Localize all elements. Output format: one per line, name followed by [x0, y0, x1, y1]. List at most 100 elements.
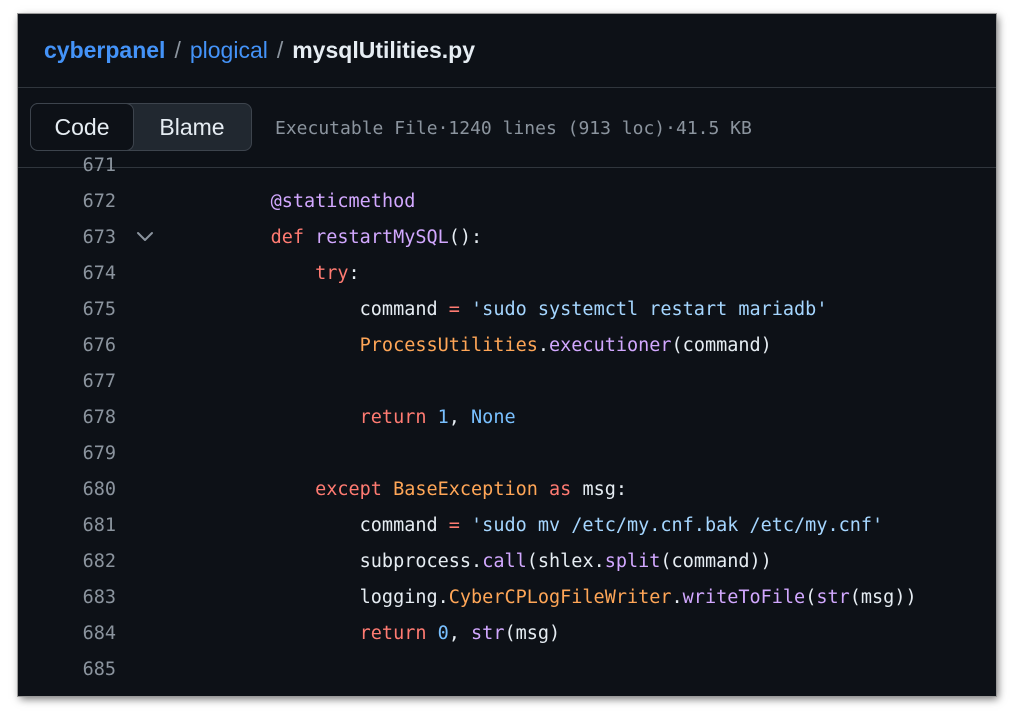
code-line: 677 — [18, 363, 996, 399]
code-token: (command) — [671, 334, 772, 356]
line-number[interactable]: 684 — [66, 623, 116, 644]
code-line: 685 — [18, 651, 996, 687]
line-number[interactable]: 681 — [66, 515, 116, 536]
code-line: 678 return 1, None — [18, 399, 996, 435]
code-token: str — [471, 622, 505, 644]
chevron-down-icon[interactable] — [136, 228, 154, 246]
code-line: 672 @staticmethod — [18, 183, 996, 219]
code-token: 1 — [437, 406, 449, 428]
breadcrumb-separator: / — [276, 36, 284, 63]
line-source: def restartMySQL(): — [226, 226, 483, 248]
line-source: return 0, str(msg) — [226, 622, 561, 644]
line-number[interactable]: 673 — [66, 227, 116, 248]
code-token: , — [448, 406, 472, 428]
info-dot: · — [437, 117, 449, 139]
line-number[interactable]: 674 — [66, 263, 116, 284]
code-viewer-window: cyberpanel / plogical / mysqlUtilities.p… — [18, 14, 996, 696]
code-token: subprocess — [359, 550, 472, 572]
code-token: msg: — [582, 478, 627, 500]
breadcrumb-folder-link[interactable]: plogical — [190, 37, 268, 64]
line-source: ProcessUtilities.executioner(command) — [226, 335, 772, 356]
code-token: , — [448, 622, 472, 644]
line-source: command = 'sudo mv /etc/my.cnf.bak /etc/… — [226, 514, 884, 536]
code-line: 682 subprocess.call(shlex.split(command)… — [18, 543, 996, 579]
code-token: command — [359, 298, 449, 320]
code-token: return — [359, 622, 438, 644]
code-line: 674 try: — [18, 255, 996, 291]
code-token: (): — [448, 226, 483, 248]
code-token: executioner — [549, 334, 672, 356]
code-token: ProcessUtilities — [359, 334, 538, 356]
line-source: logging.CyberCPLogFileWriter.writeToFile… — [226, 587, 917, 608]
line-number[interactable]: 678 — [66, 407, 116, 428]
code-token: 0 — [437, 622, 449, 644]
code-token: str — [816, 586, 850, 608]
line-number[interactable]: 683 — [66, 587, 116, 608]
code-token: BaseException — [393, 478, 538, 500]
code-token: . — [471, 550, 483, 572]
breadcrumb-separator: / — [174, 36, 181, 63]
code-line: 675 command = 'sudo systemctl restart ma… — [18, 291, 996, 327]
line-source: command = 'sudo systemctl restart mariad… — [226, 298, 828, 320]
code-token: except — [315, 478, 394, 500]
code-token: writeToFile — [682, 586, 806, 608]
line-number[interactable]: 671 — [66, 155, 116, 176]
code-token: @staticmethod — [270, 190, 416, 212]
code-token: split — [604, 550, 661, 572]
line-number[interactable]: 676 — [66, 335, 116, 356]
code-line: 679 — [18, 435, 996, 471]
line-number[interactable]: 680 — [66, 479, 116, 500]
code-line: 673 def restartMySQL(): — [18, 219, 996, 255]
breadcrumb-repo-link[interactable]: cyberpanel — [44, 37, 165, 64]
line-number[interactable]: 685 — [66, 659, 116, 680]
line-number[interactable]: 682 — [66, 551, 116, 572]
info-dot: · — [665, 117, 676, 139]
code-token: 'sudo systemctl restart mariadb' — [471, 298, 828, 320]
code-token: try — [315, 262, 349, 284]
breadcrumb-current-file: mysqlUtilities.py — [292, 36, 476, 63]
code-token: (msg)) — [849, 586, 917, 608]
code-token: 'sudo mv /etc/my.cnf.bak /etc/my.cnf' — [471, 514, 884, 536]
breadcrumb: cyberpanel / plogical / mysqlUtilities.p… — [44, 34, 475, 66]
code-line: 681 command = 'sudo mv /etc/my.cnf.bak /… — [18, 507, 996, 543]
line-number[interactable]: 675 — [66, 299, 116, 320]
code-line: 680 except BaseException as msg: — [18, 471, 996, 507]
code-token: = — [448, 514, 460, 536]
line-number[interactable]: 672 — [66, 191, 116, 212]
line-source: return 1, None — [226, 407, 516, 428]
file-info: Executable File · 1240 lines (913 loc) ·… — [275, 114, 752, 142]
code-token: : — [348, 262, 360, 284]
line-number[interactable]: 677 — [66, 371, 116, 392]
line-source: try: — [226, 263, 360, 284]
code-line: 683 logging.CyberCPLogFileWriter.writeTo… — [18, 579, 996, 615]
code-listing: 671 672 @staticmethod 673 def restartMySQL… — [18, 155, 996, 696]
code-token: restartMySQL — [315, 226, 449, 248]
file-size: 41.5 KB — [676, 117, 752, 139]
code-token: command — [359, 514, 449, 536]
code-token: . — [671, 586, 683, 608]
code-line: 676 ProcessUtilities.executioner(command… — [18, 327, 996, 363]
line-source: except BaseException as msg: — [226, 479, 627, 500]
code-token: (shlex. — [526, 550, 605, 572]
file-line-count: 1240 lines (913 loc) — [448, 117, 666, 139]
line-number[interactable]: 679 — [66, 443, 116, 464]
code-token: def — [270, 226, 316, 248]
line-source: subprocess.call(shlex.split(command)) — [226, 551, 772, 572]
code-token: as — [537, 478, 583, 500]
code-token: CyberCPLogFileWriter — [448, 586, 672, 608]
code-token: = — [448, 298, 460, 320]
code-token: . — [537, 334, 550, 356]
code-line: 684 return 0, str(msg) — [18, 615, 996, 651]
line-source: @staticmethod — [226, 190, 416, 212]
code-view-button[interactable]: Code — [30, 103, 134, 151]
header-divider — [18, 87, 996, 88]
code-token: ( — [805, 586, 817, 608]
file-type: Executable File — [275, 117, 438, 139]
code-token: (command)) — [660, 550, 772, 572]
blame-view-button[interactable]: Blame — [133, 104, 251, 150]
view-toggle: Code Blame — [30, 103, 252, 151]
code-line: 671 — [18, 147, 996, 183]
code-token: return — [359, 406, 438, 428]
